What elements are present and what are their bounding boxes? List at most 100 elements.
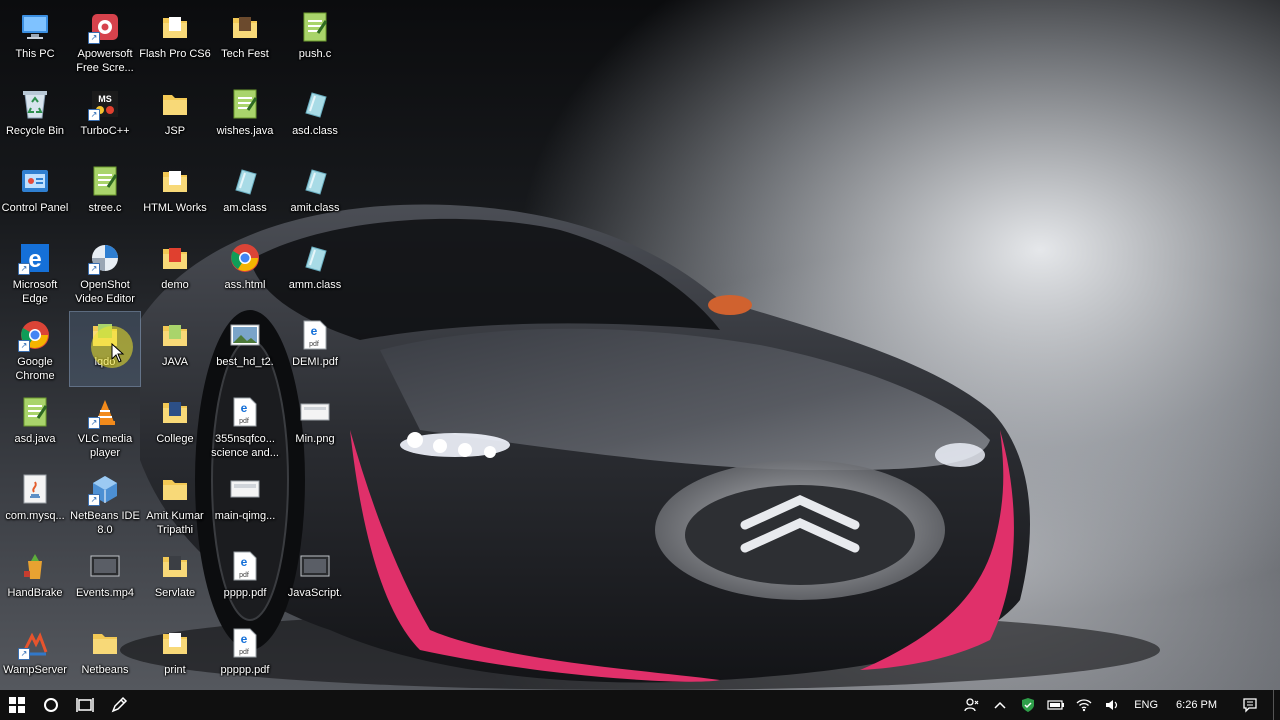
pdf-file-icon: e pdf [228, 626, 262, 660]
desktop-icon-netbeans-folder[interactable]: Netbeans [70, 620, 140, 694]
security-tray-button[interactable] [1014, 690, 1042, 720]
system-tray: ENG 6:26 PM [958, 690, 1280, 720]
desktop-icon-recycle-bin[interactable]: Recycle Bin [0, 81, 70, 155]
svg-text:e: e [241, 632, 248, 646]
shield-icon [1022, 698, 1035, 712]
volume-button[interactable] [1098, 690, 1126, 720]
pen-icon [111, 696, 128, 713]
clock-button[interactable]: 6:26 PM [1166, 690, 1227, 720]
desktop-icon-openshot[interactable]: ↗ OpenShot Video Editor [70, 235, 140, 309]
desktop-icon-vlc[interactable]: ↗ VLC media player [70, 389, 140, 463]
desktop-icon-amit-class[interactable]: amit.class [280, 158, 350, 232]
task-view-button[interactable] [68, 690, 102, 720]
shortcut-arrow-icon: ↗ [18, 648, 30, 660]
desktop-icon-355nsqfco[interactable]: e pdf 355nsqfco... science and... [210, 389, 280, 463]
desktop-icon-netbeans-ide[interactable]: ↗ NetBeans IDE 8.0 [70, 466, 140, 540]
desktop-icon-wampserver[interactable]: ↗ WampServer [0, 620, 70, 694]
windows-logo-icon [9, 697, 25, 713]
class-file-icon [228, 164, 262, 198]
desktop-icon-label: wishes.java [216, 125, 274, 137]
desktop-icon-label: HTML Works [143, 202, 207, 214]
desktop-icon-label: Netbeans [81, 664, 129, 676]
action-center-button[interactable] [1227, 690, 1273, 720]
pinned-app-button[interactable] [102, 690, 136, 720]
cortana-button[interactable] [34, 690, 68, 720]
cortana-icon [44, 698, 58, 712]
desktop-icon-label: JSP [164, 125, 186, 137]
desktop-icon-stree-c[interactable]: stree.c [70, 158, 140, 232]
desktop-icon-print[interactable]: print [140, 620, 210, 694]
desktop-icon-asd-class[interactable]: asd.class [280, 81, 350, 155]
vlc-icon: ↗ [88, 395, 122, 429]
desktop-icon-ass-html[interactable]: ass.html [210, 235, 280, 309]
desktop-icon-microsoft-edge[interactable]: e ↗ Microsoft Edge [0, 235, 70, 309]
desktop-icon-label: JAVA [162, 356, 188, 368]
desktop-icon-handbrake[interactable]: HandBrake [0, 543, 70, 617]
desktop-icon-servlate[interactable]: Servlate [140, 543, 210, 617]
svg-text:e: e [28, 246, 41, 273]
battery-icon [1047, 700, 1065, 710]
shortcut-arrow-icon: ↗ [88, 417, 100, 429]
desktop-icon-min-png[interactable]: Min.png [280, 389, 350, 463]
class-file-icon [298, 87, 332, 121]
desktop-icon-html-works[interactable]: HTML Works [140, 158, 210, 232]
network-button[interactable] [1070, 690, 1098, 720]
desktop-icon-asd-java[interactable]: asd.java [0, 389, 70, 463]
desktop-icon-best-hd[interactable]: best_hd_t2. [210, 312, 280, 386]
people-icon [964, 698, 979, 712]
folder-icon [158, 472, 192, 506]
desktop-icon-amm-class[interactable]: amm.class [280, 235, 350, 309]
desktop-icon-am-class[interactable]: am.class [210, 158, 280, 232]
folder-icon [228, 10, 262, 44]
desktop-icon-events-mp4[interactable]: Events.mp4 [70, 543, 140, 617]
desktop-icon-label: ppppp.pdf [220, 664, 270, 676]
desktop-icon-label: Servlate [154, 587, 196, 599]
svg-text:pdf: pdf [309, 341, 319, 348]
show-desktop-button[interactable] [1273, 690, 1280, 720]
battery-button[interactable] [1042, 690, 1070, 720]
desktop-icon-label: amit.class [290, 202, 340, 214]
shortcut-arrow-icon: ↗ [88, 109, 100, 121]
image-file-icon [228, 472, 262, 506]
desktop-icon-google-chrome[interactable]: ↗ Google Chrome [0, 312, 70, 386]
desktop-icon-label: Min.png [295, 433, 335, 445]
notepadpp-file-icon [228, 87, 262, 121]
video-file-icon [298, 549, 332, 583]
desktop-icon-pppp-pdf[interactable]: e pdf pppp.pdf [210, 543, 280, 617]
desktop-icon-amit-kumar-tripathi[interactable]: Amit Kumar Tripathi [140, 466, 210, 540]
desktop-icon-main-qimg[interactable]: main-qimg... [210, 466, 280, 540]
pdf-file-icon: e pdf [298, 318, 332, 352]
desktop-icon-java-folder[interactable]: JAVA [140, 312, 210, 386]
show-hidden-icons-button[interactable] [986, 690, 1014, 720]
desktop-icon-com-mysql[interactable]: com.mysq... [0, 466, 70, 540]
desktop-icon-jsp[interactable]: JSP [140, 81, 210, 155]
handbrake-icon [18, 549, 52, 583]
taskbar: ENG 6:26 PM [0, 690, 1280, 720]
input-language-button[interactable]: ENG [1126, 690, 1166, 720]
turboc-icon: MS ↗ [88, 87, 122, 121]
svg-text:e: e [311, 324, 318, 338]
desktop-icon-demi-pdf[interactable]: e pdf DEMI.pdf [280, 312, 350, 386]
desktop-icon-label: Amit Kumar Tripathi [146, 510, 204, 536]
shortcut-arrow-icon: ↗ [88, 263, 100, 275]
desktop-icon-apowersoft[interactable]: ↗ Apowersoft Free Scre... [70, 4, 140, 78]
desktop-icon-label: Recycle Bin [5, 125, 65, 137]
desktop-icon-this-pc[interactable]: This PC [0, 4, 70, 78]
desktop-icon-push-c[interactable]: push.c [280, 4, 350, 78]
desktop-icon-demo[interactable]: demo [140, 235, 210, 309]
edge-icon: e ↗ [18, 241, 52, 275]
desktop-icon-control-panel[interactable]: Control Panel [0, 158, 70, 232]
desktop-icon-turboc[interactable]: MS ↗ TurboC++ [70, 81, 140, 155]
desktop-icon-wishes-java[interactable]: wishes.java [210, 81, 280, 155]
desktop-icon-tech-fest[interactable]: Tech Fest [210, 4, 280, 78]
people-button[interactable] [958, 690, 986, 720]
desktop-icon-label: ass.html [224, 279, 266, 291]
desktop-icon-flash-pro[interactable]: Flash Pro CS6 [139, 4, 211, 78]
desktop-icon-javascript[interactable]: JavaScript. [280, 543, 350, 617]
desktop-icon-label: asd.java [14, 433, 56, 445]
desktop-icon-college[interactable]: College [140, 389, 210, 463]
folder-icon [158, 318, 192, 352]
start-button[interactable] [0, 690, 34, 720]
svg-text:e: e [241, 555, 248, 569]
desktop-icon-ppppp-pdf[interactable]: e pdf ppppp.pdf [210, 620, 280, 694]
